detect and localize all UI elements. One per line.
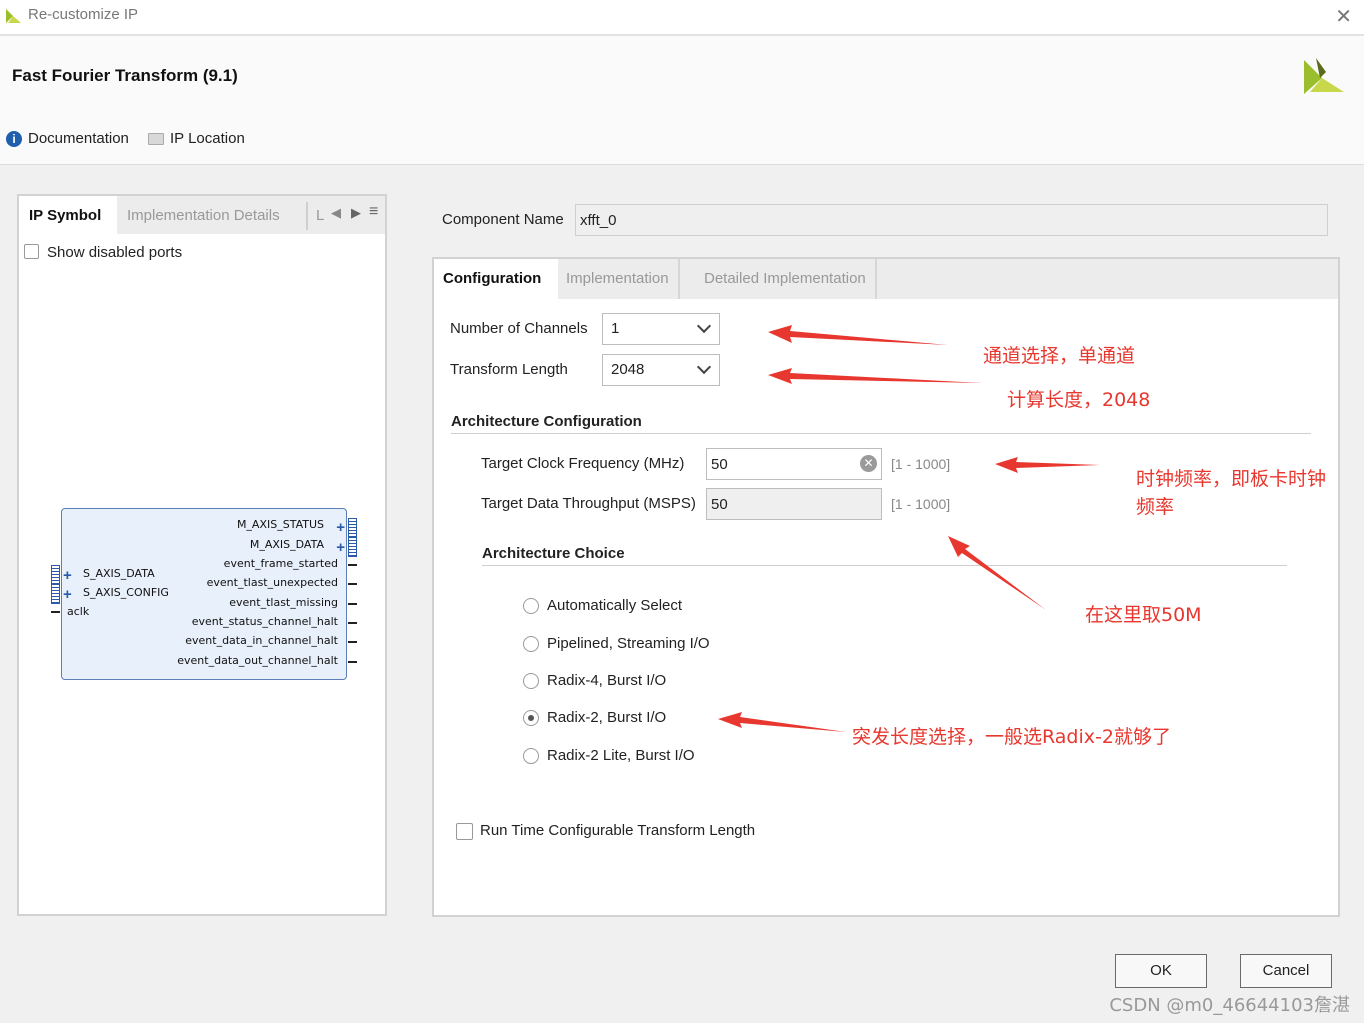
annotation-clock-line2: 频率 (1136, 496, 1175, 518)
port-event-frame-started: event_frame_started (223, 557, 338, 570)
close-icon[interactable]: ✕ (1335, 4, 1352, 29)
channels-select[interactable]: 1 (602, 313, 720, 345)
pin (348, 564, 357, 566)
bus-icon (348, 518, 357, 538)
clock-frequency-value: 50 (711, 456, 728, 473)
left-tab-bar: IP Symbol Implementation Details L ◀ ▶ ≡ (19, 196, 385, 234)
chevron-down-icon (696, 359, 712, 375)
data-throughput-label: Target Data Throughput (MSPS) (481, 495, 696, 512)
ip-location-label: IP Location (170, 130, 245, 147)
port-aclk: aclk (67, 605, 90, 618)
tab-scroll-right-icon[interactable]: ▶ (351, 205, 361, 221)
option-pipelined-streaming: Pipelined, Streaming I/O (547, 635, 710, 652)
clock-frequency-label: Target Clock Frequency (MHz) (481, 455, 685, 472)
annotation-length: 计算长度，2048 (1007, 389, 1151, 411)
tab-scroll-left-icon[interactable]: ◀ (331, 205, 341, 221)
folder-icon (148, 132, 164, 145)
port-m-axis-data: M_AXIS_DATA (249, 538, 324, 551)
data-throughput-range: [1 - 1000] (891, 496, 951, 512)
port-event-data-in-channel-halt: event_data_in_channel_halt (185, 634, 338, 647)
port-event-tlast-unexpected: event_tlast_unexpected (206, 576, 338, 589)
port-plus-icon[interactable]: + (336, 520, 345, 535)
channels-label: Number of Channels (450, 320, 588, 337)
ip-symbol-panel: IP Symbol Implementation Details L ◀ ▶ ≡… (17, 194, 387, 916)
component-name-input[interactable]: xfft_0 (575, 204, 1328, 236)
port-plus-icon[interactable]: + (336, 540, 345, 555)
data-throughput-value: 50 (711, 496, 728, 513)
annotation-burst: 突发长度选择，一般选Radix-2就够了 (852, 726, 1171, 748)
data-throughput-input[interactable]: 50 (706, 488, 882, 520)
port-s-axis-data: S_AXIS_DATA (83, 567, 155, 580)
channels-value: 1 (611, 320, 620, 337)
pin (348, 583, 357, 585)
transform-length-label: Transform Length (450, 361, 568, 378)
tab-ip-symbol[interactable]: IP Symbol (19, 196, 117, 234)
transform-length-select[interactable]: 2048 (602, 354, 720, 386)
port-plus-icon[interactable]: + (63, 568, 72, 583)
clock-frequency-range: [1 - 1000] (891, 456, 951, 472)
show-disabled-ports-checkbox[interactable] (24, 244, 39, 259)
pin (348, 622, 357, 624)
transform-length-value: 2048 (611, 361, 645, 378)
show-disabled-ports-label: Show disabled ports (47, 244, 183, 261)
right-tab-bar: Configuration Implementation Detailed Im… (434, 259, 1338, 299)
configuration-panel: Configuration Implementation Detailed Im… (432, 257, 1340, 917)
option-automatically-select: Automatically Select (547, 597, 683, 614)
radio-radix2-lite-burst[interactable] (523, 748, 539, 764)
xilinx-logo-icon (1304, 58, 1344, 94)
ip-symbol-block: M_AXIS_STATUS + M_AXIS_DATA + event_fram… (51, 508, 357, 680)
vivado-logo-icon (6, 9, 21, 23)
ip-location-link[interactable]: IP Location (148, 130, 245, 147)
clock-frequency-input[interactable]: 50 ✕ (706, 448, 882, 480)
bus-icon (51, 584, 60, 604)
pin (348, 641, 357, 643)
architecture-choice-heading: Architecture Choice (482, 545, 625, 562)
pin (51, 611, 60, 613)
radio-automatically-select[interactable] (523, 598, 539, 614)
title-bar: Re-customize IP ✕ (0, 0, 1364, 36)
radio-radix4-burst[interactable] (523, 673, 539, 689)
annotation-clock-line1: 时钟频率，即板卡时钟 (1136, 468, 1327, 490)
pin (348, 603, 357, 605)
port-plus-icon[interactable]: + (63, 587, 72, 602)
port-event-tlast-missing: event_tlast_missing (229, 596, 338, 609)
option-radix4-burst: Radix-4, Burst I/O (547, 672, 667, 689)
port-event-data-out-channel-halt: event_data_out_channel_halt (177, 654, 338, 667)
ip-title: Fast Fourier Transform (9.1) (12, 66, 238, 85)
radio-pipelined-streaming[interactable] (523, 636, 539, 652)
tab-menu-icon[interactable]: ≡ (369, 203, 378, 221)
tab-implementation[interactable]: Implementation (557, 259, 680, 299)
chevron-down-icon (696, 318, 712, 334)
clear-icon[interactable]: ✕ (860, 455, 877, 472)
documentation-label: Documentation (28, 130, 129, 147)
cancel-button[interactable]: Cancel (1240, 954, 1332, 988)
runtime-config-label: Run Time Configurable Transform Length (480, 822, 756, 839)
option-radix2-lite-burst: Radix-2 Lite, Burst I/O (547, 747, 695, 764)
header: Fast Fourier Transform (9.1) i Documenta… (0, 36, 1364, 165)
divider (451, 433, 1311, 434)
tab-implementation-details[interactable]: Implementation Details (117, 196, 290, 234)
tab-configuration[interactable]: Configuration (434, 259, 558, 299)
runtime-config-checkbox[interactable] (456, 823, 473, 840)
port-m-axis-status: M_AXIS_STATUS (236, 518, 324, 531)
info-icon: i (6, 130, 22, 147)
port-s-axis-config: S_AXIS_CONFIG (83, 586, 169, 599)
divider (482, 565, 1287, 566)
tab-detailed-implementation[interactable]: Detailed Implementation (695, 259, 877, 299)
port-event-status-channel-halt: event_status_channel_halt (191, 615, 338, 628)
option-radix2-burst: Radix-2, Burst I/O (547, 709, 667, 726)
bus-icon (51, 565, 60, 585)
architecture-configuration-heading: Architecture Configuration (451, 413, 642, 430)
component-name-label: Component Name (442, 211, 564, 228)
radio-radix2-burst[interactable] (523, 710, 539, 726)
pin (348, 661, 357, 663)
bus-icon (348, 537, 357, 557)
annotation-here: 在这里取50M (1085, 604, 1202, 626)
documentation-link[interactable]: i Documentation (6, 130, 129, 147)
ok-button[interactable]: OK (1115, 954, 1207, 988)
window-title: Re-customize IP (28, 6, 139, 23)
annotation-channels: 通道选择，单通道 (983, 345, 1136, 367)
watermark: CSDN @m0_46644103詹湛 (1109, 995, 1350, 1016)
